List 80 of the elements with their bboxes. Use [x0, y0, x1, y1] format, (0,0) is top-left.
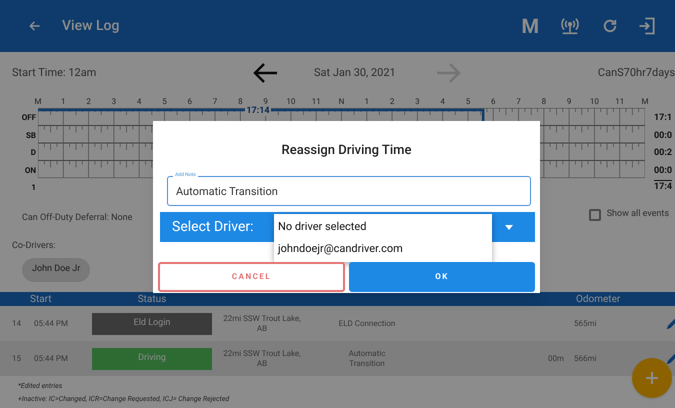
hour-label: 11: [310, 96, 322, 108]
hour-label: 6: [186, 96, 193, 108]
ok-button[interactable]: OK: [349, 262, 535, 292]
start-time-cell-text: 05:44 PM: [33, 352, 69, 364]
hour-label: 4: [136, 96, 142, 108]
dropdown-option[interactable]: johndoejr@candriver.com: [274, 238, 492, 260]
dropdown-option[interactable]: No driver selected: [274, 216, 492, 238]
hour-label: 3: [110, 96, 118, 108]
status-row-label: SB: [24, 130, 36, 142]
hour-label: 8: [540, 96, 548, 108]
status-total: 17:1: [654, 112, 672, 125]
hour-label: N: [338, 96, 346, 108]
table-row[interactable]: 15 05:44 PM Driving 22mi SSW Trout Lake, AB Automatic Transition 00m 566mi: [0, 341, 675, 376]
dialog-title: Reassign Driving Time: [280, 142, 412, 160]
notes-cell-text: ELD Connection: [338, 318, 396, 328]
odometer-cell-text: 566mi: [573, 352, 598, 364]
odometer-cell-text: 565mi: [573, 318, 598, 330]
hour-label: 9: [262, 96, 269, 106]
edit-pencil-icon[interactable]: [665, 316, 675, 330]
select-label: Select Driver:: [171, 218, 254, 236]
hour-label: 6: [490, 96, 496, 108]
checkbox[interactable]: [588, 208, 601, 221]
previous-arrow-icon[interactable]: [252, 62, 278, 84]
note-field[interactable]: Automatic Transition: [167, 176, 531, 206]
ruleset-label: CanS70hr7days: [598, 64, 675, 81]
hour-label: 1: [60, 96, 67, 108]
column-header: Start: [29, 294, 53, 306]
hour-label: 5: [161, 96, 168, 108]
hour-label: 4: [439, 96, 446, 108]
hour-label: 2: [388, 96, 396, 108]
hour-label: M: [34, 96, 42, 108]
column-header: Status: [136, 294, 168, 306]
refresh-icon[interactable]: [601, 17, 619, 35]
start-time: Start Time: 12am: [12, 64, 98, 81]
hour-label: 7: [515, 96, 522, 108]
grand-total: 17:4: [654, 180, 672, 194]
status-row-label: OFF: [20, 112, 36, 124]
hour-label: 2: [85, 96, 92, 108]
plus-icon: [645, 371, 659, 385]
status-total: 00:2: [654, 147, 672, 160]
back-arrow-icon[interactable]: [28, 19, 42, 33]
co-driver-chip[interactable]: John Doe Jr: [22, 258, 90, 282]
hour-label: 11: [614, 96, 626, 108]
column-header: Odometer: [575, 294, 622, 306]
table-row[interactable]: 14 05:44 PM Eld Login 22mi SSW Trout Lake, AB ELD Connection 565mi: [0, 306, 675, 341]
mode-button[interactable]: M: [521, 11, 539, 41]
status-total: 00:0: [654, 164, 672, 178]
location-cell-text: 22mi SSW Trout Lake, AB: [222, 314, 302, 334]
hour-label: 10: [588, 96, 600, 108]
duration-cell-text: 00m: [546, 352, 565, 364]
hour-label: 9: [566, 96, 572, 108]
status-badge: Eld Login: [92, 312, 212, 334]
dropdown-caret-icon: [505, 224, 513, 230]
hour-label: 3: [414, 96, 421, 108]
hour-label: 5: [464, 96, 472, 108]
status-total: 00:0: [654, 130, 672, 142]
hour-label: 8: [237, 96, 244, 108]
start-time-cell-text: 05:44 PM: [33, 318, 69, 330]
hour-label: 7: [212, 96, 218, 108]
row-number: 15: [11, 352, 22, 364]
co-drivers-label: Co-Drivers:: [12, 240, 56, 253]
logout-icon[interactable]: [637, 16, 657, 36]
status-badge: Driving: [92, 348, 212, 370]
hour-label: 1: [364, 96, 370, 108]
wireless-signal-icon[interactable]: [559, 16, 581, 36]
checkbox-label: Show all events: [606, 208, 669, 221]
cancel-button[interactable]: CANCEL: [158, 262, 345, 292]
notes-cell-text: Automatic Transition: [348, 348, 386, 368]
hour-label: 10: [285, 96, 296, 108]
hour-label: M: [640, 96, 650, 108]
status-row-label: D: [30, 147, 36, 159]
deferral-text: Can Off-Duty Deferral: None: [22, 212, 132, 225]
segment-duration: 17:14: [245, 107, 271, 116]
row-number: 14: [11, 318, 22, 330]
graph-footer-label: 1: [30, 182, 36, 194]
status-row-label: ON: [24, 164, 36, 176]
location-cell-text: 22mi SSW Trout Lake, AB: [222, 348, 302, 368]
log-date: Sat Jan 30, 2021: [314, 64, 396, 81]
page-title: View Log: [62, 16, 120, 36]
edit-pencil-icon[interactable]: [665, 352, 675, 366]
